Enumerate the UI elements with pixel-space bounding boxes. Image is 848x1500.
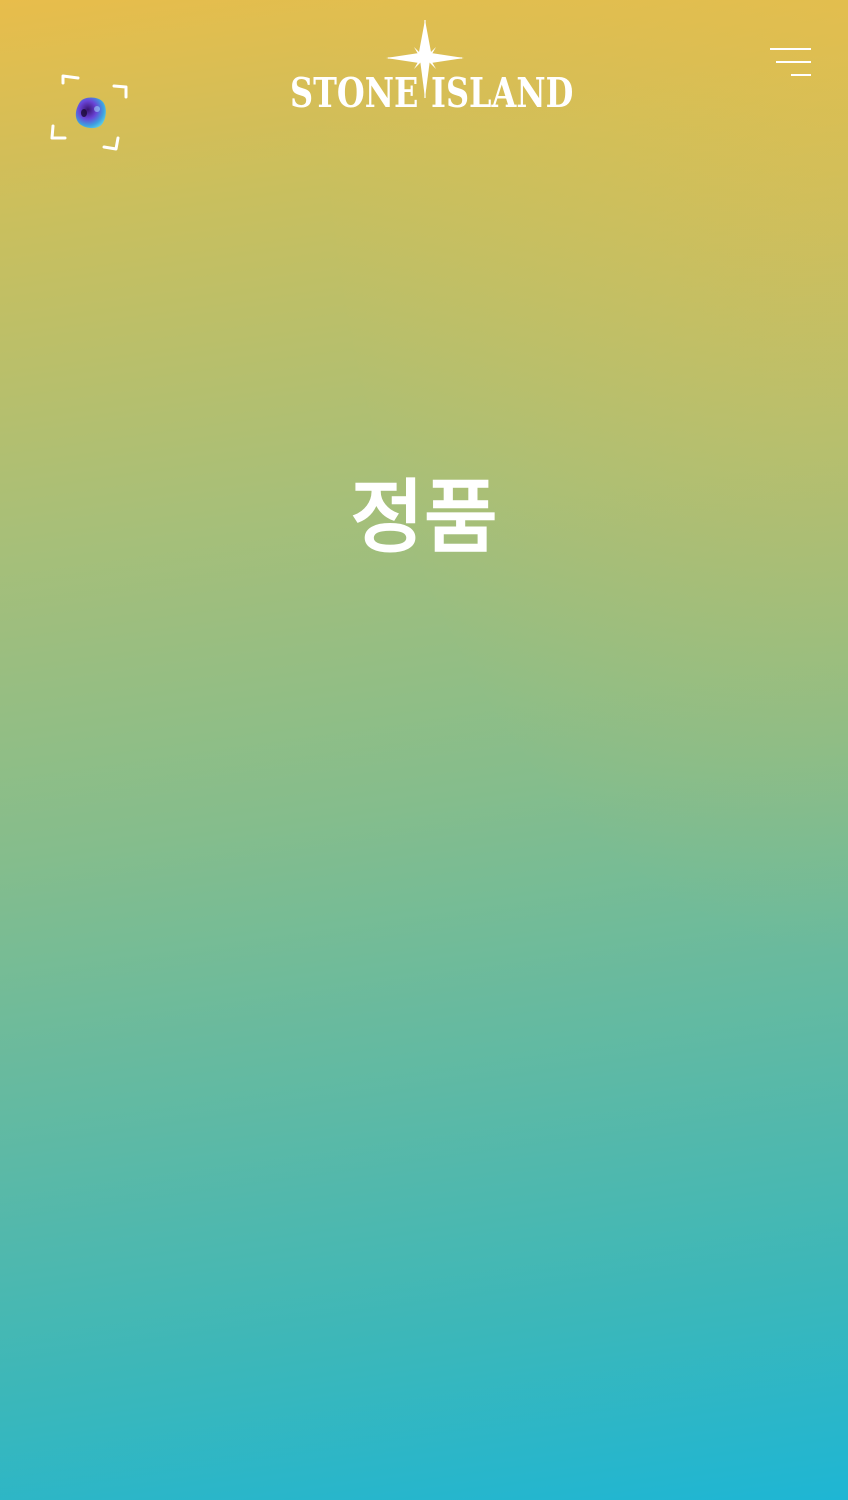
menu-icon-line xyxy=(791,74,811,76)
brand-name-right: ISLAND xyxy=(431,69,574,117)
menu-icon-line xyxy=(776,61,811,63)
menu-button[interactable] xyxy=(766,44,814,80)
camera-scan-icon xyxy=(50,74,128,151)
brand-logo[interactable]: STONE ISLAND xyxy=(290,18,573,117)
scan-button[interactable] xyxy=(50,72,130,152)
page-title: 정품 xyxy=(350,471,498,564)
menu-icon-line xyxy=(770,48,811,50)
brand-name-left: STONE xyxy=(290,69,419,117)
authenticity-screen: STONE ISLAND 정품 xyxy=(0,0,848,1500)
